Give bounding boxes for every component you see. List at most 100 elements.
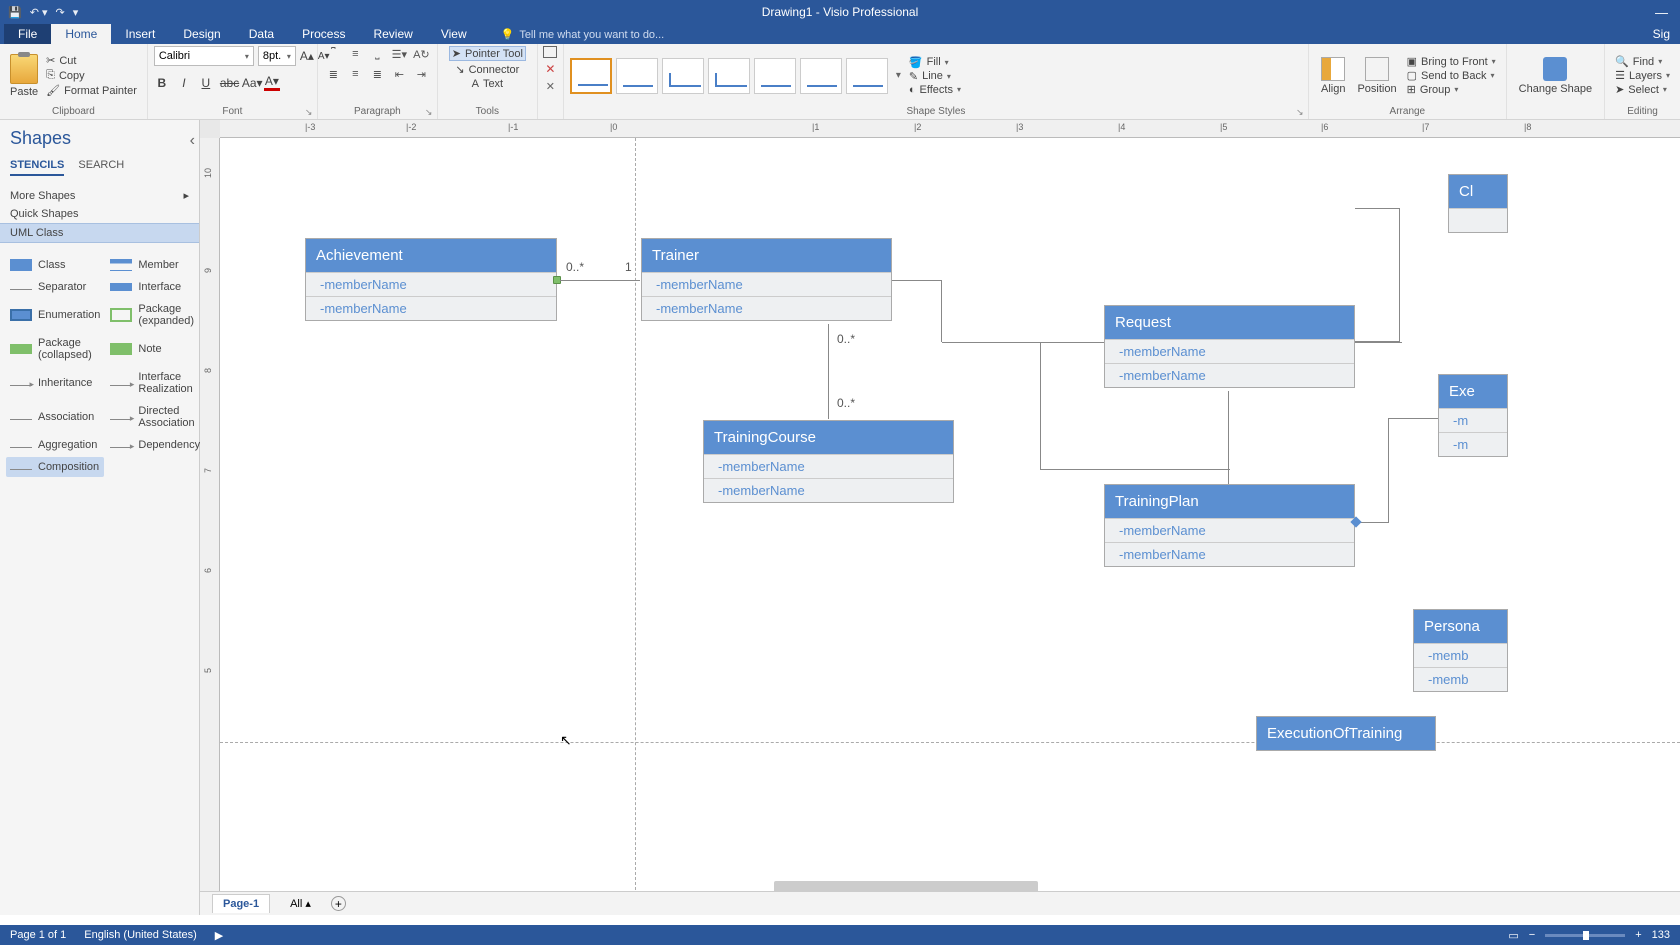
style-thumb-6[interactable] [800,58,842,94]
uml-exercise[interactable]: Exe -m -m [1438,374,1508,457]
connector-request-box[interactable] [1355,208,1400,342]
shape-styles-dialog-launcher[interactable]: ↘ [1296,107,1306,117]
line-button[interactable]: ✎Line ▾ [909,70,961,83]
group-button[interactable]: ⊞Group ▾ [1407,83,1496,96]
add-page-button[interactable]: + [331,896,346,911]
shape-package-collapsed[interactable]: Package (collapsed) [6,333,104,365]
find-button[interactable]: 🔍Find ▾ [1615,55,1670,68]
italic-button[interactable]: I [176,76,192,90]
collapse-shapes-icon[interactable]: ‹ [190,132,195,150]
align-button[interactable]: Align [1315,55,1351,97]
shape-note[interactable]: Note [106,333,204,365]
connector-ach-trainer[interactable] [560,280,640,281]
align-middle-icon[interactable]: ≡ [346,46,364,62]
vertical-guide[interactable] [635,138,636,895]
font-color-button[interactable]: A▾ [264,74,280,91]
zoom-slider[interactable] [1545,934,1625,937]
zoom-out-icon[interactable]: − [1529,929,1535,941]
tab-review[interactable]: Review [359,24,426,44]
change-shape-button[interactable]: Change Shape [1513,55,1598,97]
macro-record-icon[interactable]: ▶ [215,929,223,942]
redo-icon[interactable]: ↷ [56,6,65,19]
copy-button[interactable]: ⎘Copy [46,69,137,82]
align-bottom-icon[interactable]: ⎵ [368,46,386,62]
send-back-button[interactable]: ▢Send to Back ▾ [1407,69,1496,82]
shape-package-expanded[interactable]: Package (expanded) [106,299,204,331]
fill-button[interactable]: 🪣Fill ▾ [909,56,961,69]
delete-connector-icon[interactable]: ✕ [545,62,555,76]
connector-exe-v[interactable] [1388,418,1389,522]
bold-button[interactable]: B [154,76,170,90]
shape-dependency[interactable]: Dependency [106,435,204,455]
uml-trainer[interactable]: Trainer -memberName -memberName [641,238,892,321]
tab-insert[interactable]: Insert [111,24,169,44]
drawing-canvas[interactable]: Achievement -memberName -memberName 0..*… [220,138,1680,895]
shape-directed-association[interactable]: Directed Association [106,401,204,433]
cut-button[interactable]: ✂Cut [46,54,137,67]
tellme-search[interactable]: 💡 Tell me what you want to do... [501,28,665,44]
zoom-in-icon[interactable]: + [1635,929,1641,941]
tab-data[interactable]: Data [235,24,288,44]
style-thumb-5[interactable] [754,58,796,94]
uml-achievement[interactable]: Achievement -memberName -memberName [305,238,557,321]
connector-request-right[interactable] [1355,342,1400,343]
status-language[interactable]: English (United States) [84,929,197,941]
align-top-icon[interactable]: ⎴ [324,46,342,62]
connector-exe-line[interactable] [1388,418,1438,419]
tab-file[interactable]: File [4,24,51,44]
connector-plan-top[interactable] [1228,391,1229,484]
select-button[interactable]: ➤Select ▾ [1615,83,1670,96]
style-thumb-2[interactable] [616,58,658,94]
shape-separator[interactable]: Separator [6,277,104,297]
tab-design[interactable]: Design [169,24,234,44]
effects-button[interactable]: ◐Effects ▾ [909,84,961,96]
shape-interface[interactable]: Interface [106,277,204,297]
connector-tool-button[interactable]: ↘Connector [453,63,521,76]
increase-indent-icon[interactable]: ⇥ [412,66,430,82]
case-button[interactable]: Aa▾ [242,76,258,90]
undo-icon[interactable]: ↶ ▾ [30,6,48,19]
qat-dropdown-icon[interactable]: ▾ [73,6,79,19]
shape-aggregation[interactable]: Aggregation [6,435,104,455]
uml-training-course[interactable]: TrainingCourse -memberName -memberName [703,420,954,503]
format-painter-button[interactable]: 🖌Format Painter [46,84,137,97]
bring-front-button[interactable]: ▣Bring to Front ▾ [1407,55,1496,68]
uml-request[interactable]: Request -memberName -memberName [1104,305,1355,388]
font-size-select[interactable]: 8pt.▾ [258,46,296,66]
connector-req-plan-v[interactable] [1040,342,1041,469]
page-tab-1[interactable]: Page-1 [212,894,270,913]
decrease-indent-icon[interactable]: ⇤ [390,66,408,82]
uml-personal[interactable]: Persona -memb -memb [1413,609,1508,692]
connection-point-icon[interactable]: ✕ [546,80,555,93]
style-thumb-4[interactable] [708,58,750,94]
tab-view[interactable]: View [427,24,481,44]
zoom-percent[interactable]: 133 [1652,929,1670,941]
page-tab-all[interactable]: All ▴ [280,894,321,913]
save-icon[interactable]: 💾 [8,6,22,19]
shape-association[interactable]: Association [6,401,104,433]
position-button[interactable]: Position [1351,55,1402,97]
stencil-quick-shapes[interactable]: Quick Shapes [0,205,199,223]
align-right-icon[interactable]: ≣ [368,66,386,82]
signin-link[interactable]: Sig [1643,24,1680,44]
style-thumb-1[interactable] [570,58,612,94]
shape-composition[interactable]: Composition [6,457,104,477]
font-dialog-launcher[interactable]: ↘ [305,107,315,117]
presentation-mode-icon[interactable]: ▭ [1508,929,1518,942]
strike-button[interactable]: abc [220,76,236,90]
text-tool-button[interactable]: AText [470,78,506,90]
uml-client[interactable]: Cl [1448,174,1508,233]
uml-execution[interactable]: ExecutionOfTraining [1256,716,1436,751]
bullets-icon[interactable]: ☰▾ [390,46,408,62]
stencil-more-shapes[interactable]: More Shapes▸ [0,186,199,205]
style-thumb-3[interactable] [662,58,704,94]
minimize-icon[interactable]: — [1655,5,1668,20]
paragraph-dialog-launcher[interactable]: ↘ [425,107,435,117]
tab-home[interactable]: Home [51,24,111,44]
stencil-uml-class[interactable]: UML Class [0,223,199,243]
connector-req-plan-h[interactable] [1040,469,1230,470]
shape-class[interactable]: Class [6,255,104,275]
tab-process[interactable]: Process [288,24,359,44]
pointer-tool-button[interactable]: ➤Pointer Tool [449,46,526,61]
font-name-select[interactable]: Calibri▾ [154,46,254,66]
